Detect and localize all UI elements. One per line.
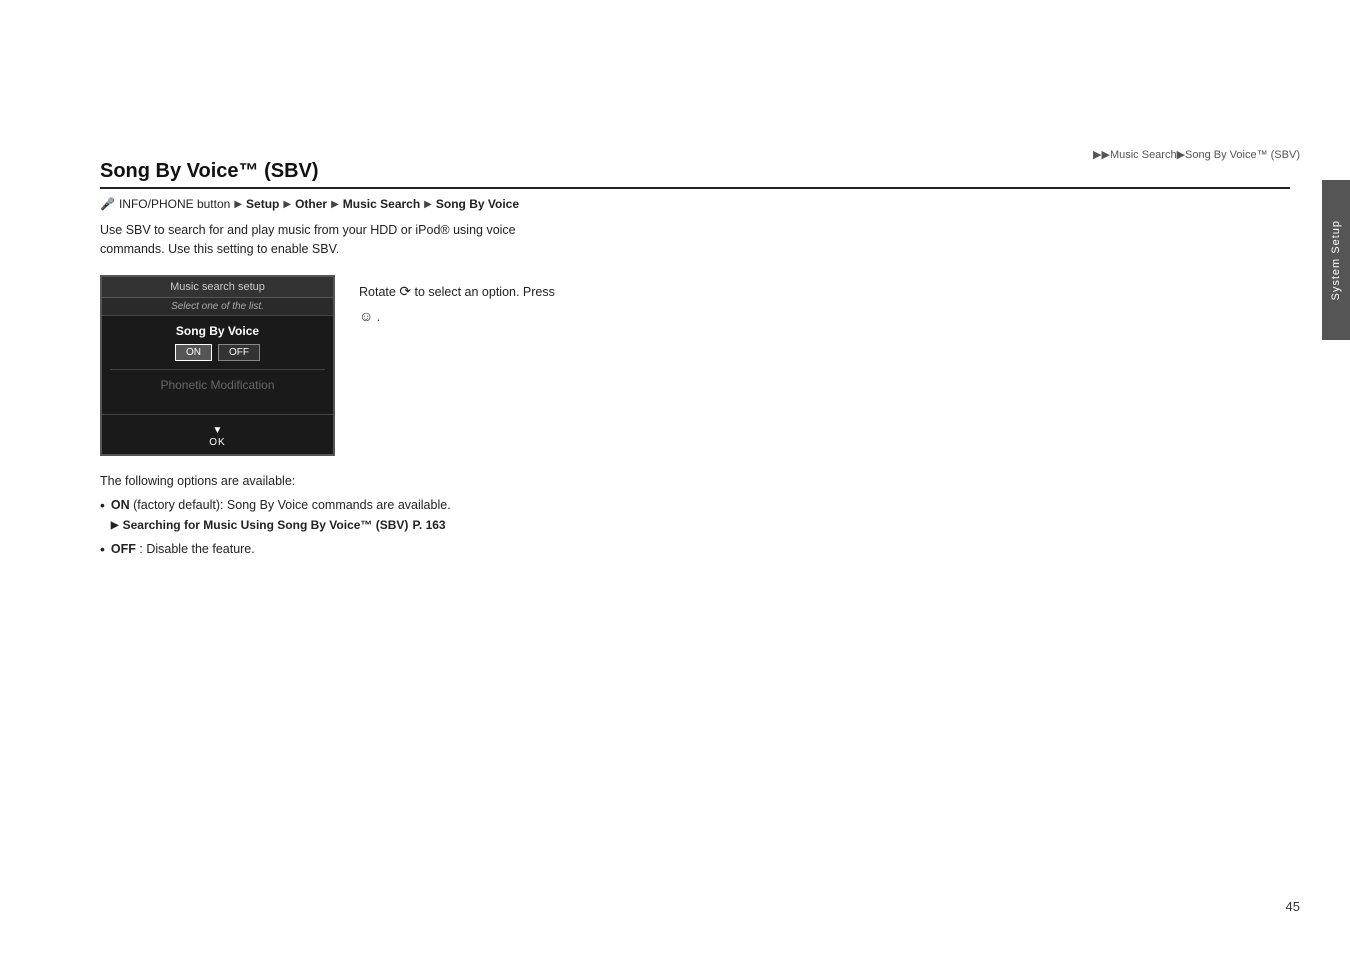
microphone-icon: 🎤 (100, 197, 115, 211)
option-on-description: (factory default): Song By Voice command… (133, 498, 451, 512)
page-number: 45 (1286, 899, 1300, 914)
screen-bottom: ▼ OK (102, 414, 333, 454)
nav-setup: Setup (246, 197, 279, 211)
page-title: Song By Voice™ (SBV) (100, 160, 1290, 183)
device-screen: Music search setup Select one of the lis… (100, 275, 335, 456)
option-on-label: ON (111, 498, 130, 512)
option-on: • ON (factory default): Song By Voice co… (100, 496, 1290, 535)
nav-music-search: Music Search (343, 197, 420, 211)
content-row: Music search setup Select one of the lis… (100, 275, 1290, 456)
screen-subtitle: Select one of the list. (102, 298, 333, 316)
nav-infophone: INFO/PHONE button (119, 197, 230, 211)
description-text: Use SBV to search for and play music fro… (100, 221, 520, 259)
rotate-instruction: Rotate ⟳ to select an option. Press ☺ . (359, 275, 555, 329)
screen-ok-button[interactable]: ▼ OK (209, 425, 225, 448)
title-divider (100, 187, 1290, 189)
nav-path: 🎤 INFO/PHONE button ▶ Setup ▶ Other ▶ Mu… (100, 197, 1290, 211)
nav-arrow-3: ▶ (331, 199, 339, 210)
rotate-text-line1: Rotate (359, 285, 399, 299)
screen-toggle-off[interactable]: OFF (218, 344, 260, 361)
press-period: . (377, 310, 380, 324)
option-off: • OFF : Disable the feature. (100, 540, 1290, 560)
option-on-link: ▶ Searching for Music Using Song By Voic… (111, 516, 451, 534)
screen-toggle-on[interactable]: ON (175, 344, 212, 361)
press-knob-icon: ☺ (359, 304, 373, 329)
screen-title: Music search setup (102, 277, 333, 298)
nav-arrow-4: ▶ (424, 199, 432, 210)
sidebar-tab-label: System Setup (1330, 220, 1342, 300)
bullet-on: • (100, 496, 105, 516)
screen-menu-item: Song By Voice (102, 316, 333, 342)
screen-disabled-item: Phonetic Modification (102, 370, 333, 400)
rotate-knob-icon: ⟳ (399, 283, 411, 299)
nav-other: Other (295, 197, 327, 211)
options-intro: The following options are available: (100, 474, 1290, 488)
nav-song-by-voice: Song By Voice (436, 197, 519, 211)
main-content: Song By Voice™ (SBV) 🎤 INFO/PHONE button… (100, 160, 1290, 874)
option-off-label: OFF (111, 542, 136, 556)
link-arrow-icon: ▶ (111, 518, 119, 533)
rotate-text-line2: to select an option. Press (415, 285, 555, 299)
options-list: • ON (factory default): Song By Voice co… (100, 496, 1290, 560)
nav-arrow-1: ▶ (234, 199, 242, 210)
option-on-link-text: Searching for Music Using Song By Voice™… (123, 516, 409, 534)
screen-ok-text: OK (209, 437, 225, 448)
sidebar-tab: System Setup (1322, 180, 1350, 340)
bullet-off: • (100, 540, 105, 560)
option-off-text: OFF : Disable the feature. (111, 540, 255, 559)
nav-arrow-2: ▶ (283, 199, 291, 210)
screen-toggle-row: ON OFF (102, 342, 333, 369)
option-on-page: P. 163 (412, 516, 445, 534)
option-off-description: : Disable the feature. (139, 542, 254, 556)
option-on-text: ON (factory default): Song By Voice comm… (111, 496, 451, 535)
screen-ok-arrow: ▼ (213, 425, 223, 436)
